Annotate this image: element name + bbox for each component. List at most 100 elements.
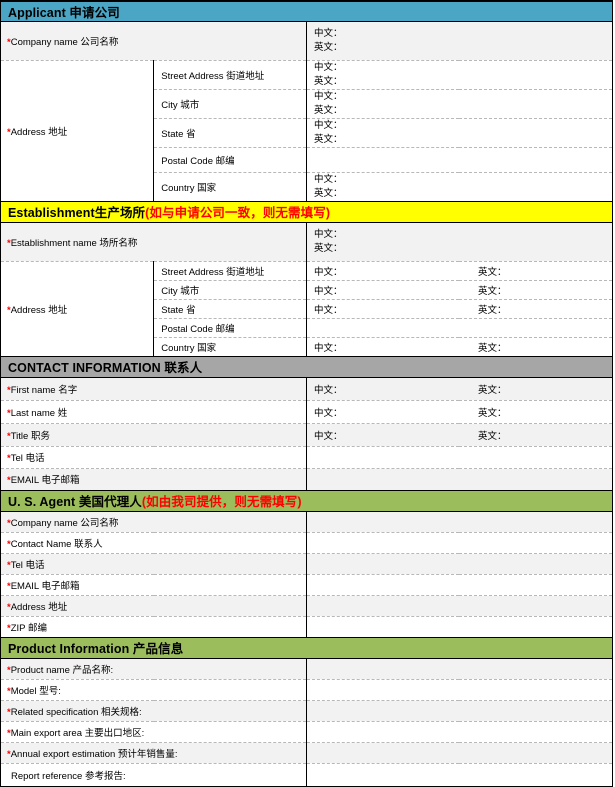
input-applicant-state[interactable]: 中文： 英文： xyxy=(306,118,612,148)
establishment-country-en[interactable]: 英文： xyxy=(478,340,507,354)
contact-section-header: CONTACT INFORMATION 联系人 xyxy=(1,355,612,378)
contact-first-name-en[interactable]: 英文： xyxy=(478,382,507,396)
establishment-state-en[interactable]: 英文： xyxy=(478,302,507,316)
input-product-annual-export[interactable] xyxy=(306,742,612,764)
input-agent-contact-name[interactable] xyxy=(306,532,612,554)
sublabel-establishment-street-address: Street Address 街道地址 xyxy=(153,261,307,281)
agent-zip-row: *ZIP 邮编 xyxy=(1,616,612,638)
input-contact-tel[interactable] xyxy=(306,446,612,469)
label-applicant-address: *Address 地址 xyxy=(1,60,155,202)
establishment-street-cn[interactable]: 中文： xyxy=(314,264,478,278)
input-establishment-city[interactable]: 中文： 英文： xyxy=(306,280,612,300)
contact-tel-row: *Tel 电话 xyxy=(1,446,612,469)
input-product-report-reference[interactable] xyxy=(306,763,612,786)
contact-title-row: *Title 职务 中文： 英文： xyxy=(1,423,612,447)
applicant-state-en[interactable]: 英文： xyxy=(314,133,612,146)
contact-last-name-cn[interactable]: 中文： xyxy=(314,405,478,419)
establishment-name-cn[interactable]: 中文： xyxy=(314,228,612,242)
label-cn: 型号: xyxy=(39,685,61,697)
product-model-row: *Model 型号: xyxy=(1,679,612,701)
sublabel-cn: 邮编 xyxy=(215,323,235,335)
establishment-name-en[interactable]: 英文： xyxy=(314,242,612,256)
establishment-city-en[interactable]: 英文： xyxy=(478,283,507,297)
label-cn: 地址 xyxy=(48,304,68,316)
sublabel-cn: 城市 xyxy=(180,99,200,111)
input-establishment-name[interactable]: 中文： 英文： xyxy=(306,222,612,262)
input-applicant-postal-code[interactable] xyxy=(306,147,612,173)
input-establishment-state[interactable]: 中文： 英文： xyxy=(306,299,612,319)
agent-company-name-row: *Company name 公司名称 xyxy=(1,511,612,533)
input-agent-company-name[interactable] xyxy=(306,511,612,533)
label-contact-tel: *Tel 电话 xyxy=(1,446,307,469)
product-annual-export-row: *Annual export estimation 预计年销售量: xyxy=(1,742,612,764)
product-section-header: Product Information 产品信息 xyxy=(1,636,612,659)
contact-title-en[interactable]: 英文： xyxy=(478,428,507,442)
input-product-export-area[interactable] xyxy=(306,721,612,743)
agent-header-note: (如由我司提供，则无需填写) xyxy=(141,495,302,510)
input-agent-address[interactable] xyxy=(306,595,612,617)
product-name-row: *Product name 产品名称: xyxy=(1,658,612,680)
applicant-street-cn[interactable]: 中文： xyxy=(314,61,612,75)
label-cn: 邮编 xyxy=(27,622,47,634)
input-applicant-company-name[interactable]: 中文： 英文： xyxy=(306,21,612,61)
label-agent-zip: *ZIP 邮编 xyxy=(1,616,307,638)
label-en: Product name xyxy=(10,664,73,676)
applicant-city-en[interactable]: 英文： xyxy=(314,104,612,117)
applicant-company-name-cn[interactable]: 中文： xyxy=(314,27,612,41)
sublabel-cn: 城市 xyxy=(180,285,200,297)
input-establishment-country[interactable]: 中文： 英文： xyxy=(306,337,612,357)
agent-section-header: U. S. Agent 美国代理人(如由我司提供，则无需填写) xyxy=(1,489,612,512)
contact-header-cn: 联系人 xyxy=(164,361,203,376)
input-product-name[interactable] xyxy=(306,658,612,680)
contact-last-name-en[interactable]: 英文： xyxy=(478,405,507,419)
sublabel-establishment-postal-code: Postal Code 邮编 xyxy=(153,318,307,338)
applicant-country-en[interactable]: 英文： xyxy=(314,187,612,200)
input-contact-title[interactable]: 中文： 英文： xyxy=(306,423,612,447)
label-cn: 公司名称 xyxy=(80,517,119,529)
sublabel-applicant-street-address: Street Address 街道地址 xyxy=(153,60,307,90)
input-applicant-city[interactable]: 中文： 英文： xyxy=(306,89,612,119)
input-establishment-postal-code[interactable] xyxy=(306,318,612,338)
input-product-model[interactable] xyxy=(306,679,612,701)
input-applicant-country[interactable]: 中文： 英文： xyxy=(306,172,612,202)
sublabel-cn: 省 xyxy=(186,304,196,316)
applicant-state-cn[interactable]: 中文： xyxy=(314,119,612,133)
label-en: Model xyxy=(10,685,40,697)
input-agent-email[interactable] xyxy=(306,574,612,596)
applicant-company-name-en[interactable]: 英文： xyxy=(314,41,612,55)
application-form: Applicant 申请公司 *Company name 公司名称 中文： 英文… xyxy=(0,0,613,787)
label-cn: 公司名称 xyxy=(80,37,119,48)
establishment-state-cn[interactable]: 中文： xyxy=(314,302,478,316)
label-product-export-area: *Main export area 主要出口地区: xyxy=(1,721,307,743)
applicant-header-en: Applicant xyxy=(8,6,70,20)
product-report-reference-row: Report reference 参考报告: xyxy=(1,763,612,786)
label-cn: 电子邮箱 xyxy=(41,580,80,592)
input-product-specification[interactable] xyxy=(306,700,612,722)
label-contact-first-name: *First name 名字 xyxy=(1,377,307,401)
establishment-section-header-row: Establishment生产场所(如与申请公司一致，则无需填写) xyxy=(1,200,612,223)
contact-title-cn[interactable]: 中文： xyxy=(314,428,478,442)
input-contact-email[interactable] xyxy=(306,468,612,491)
establishment-country-cn[interactable]: 中文： xyxy=(314,340,478,354)
label-cn: 姓 xyxy=(57,407,68,419)
agent-email-row: *EMAIL 电子邮箱 xyxy=(1,574,612,596)
applicant-city-cn[interactable]: 中文： xyxy=(314,90,612,104)
sublabel-cn: 街道地址 xyxy=(226,266,265,278)
label-cn: 电子邮箱 xyxy=(41,475,80,487)
input-applicant-street-address[interactable]: 中文： 英文： xyxy=(306,60,612,90)
applicant-section-header: Applicant 申请公司 xyxy=(1,1,612,22)
establishment-street-en[interactable]: 英文： xyxy=(478,264,507,278)
input-establishment-street-address[interactable]: 中文： 英文： xyxy=(306,261,612,281)
establishment-address-street-row: *Address 地址 Street Address 街道地址 中文： 英文： xyxy=(1,261,612,357)
input-contact-first-name[interactable]: 中文： 英文： xyxy=(306,377,612,401)
establishment-city-cn[interactable]: 中文： xyxy=(314,283,478,297)
applicant-country-cn[interactable]: 中文： xyxy=(314,173,612,187)
input-agent-tel[interactable] xyxy=(306,553,612,575)
label-agent-contact-name: *Contact Name 联系人 xyxy=(1,532,307,554)
label-contact-last-name: *Last name 姓 xyxy=(1,400,307,424)
label-product-name: *Product name 产品名称: xyxy=(1,658,307,680)
contact-first-name-cn[interactable]: 中文： xyxy=(314,382,478,396)
input-agent-zip[interactable] xyxy=(306,616,612,638)
applicant-street-en[interactable]: 英文： xyxy=(314,75,612,88)
input-contact-last-name[interactable]: 中文： 英文： xyxy=(306,400,612,424)
